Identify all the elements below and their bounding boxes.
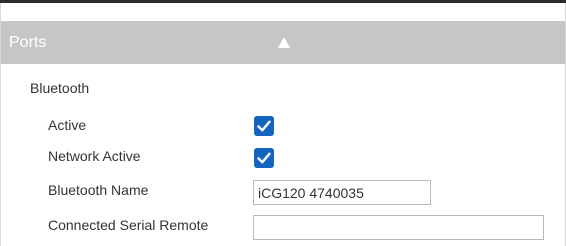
active-checkbox[interactable] — [254, 116, 274, 136]
network-active-checkbox[interactable] — [254, 148, 274, 168]
section-title: Ports — [9, 34, 47, 51]
active-label: Active — [48, 117, 87, 133]
checkmark-icon — [257, 120, 271, 132]
bluetooth-name-label: Bluetooth Name — [48, 182, 149, 198]
bluetooth-group-title: Bluetooth — [30, 80, 90, 96]
network-active-label: Network Active — [48, 148, 141, 164]
settings-panel: Ports Bluetooth Active Network Active Bl… — [0, 0, 566, 246]
checkmark-icon — [257, 152, 271, 164]
connected-serial-remote-input[interactable] — [253, 215, 544, 240]
ports-section-header[interactable]: Ports — [1, 21, 565, 64]
connected-serial-remote-label: Connected Serial Remote — [48, 217, 209, 233]
triangle-up-icon[interactable] — [278, 37, 290, 48]
bluetooth-name-input[interactable] — [253, 180, 431, 205]
top-divider — [0, 0, 566, 3]
